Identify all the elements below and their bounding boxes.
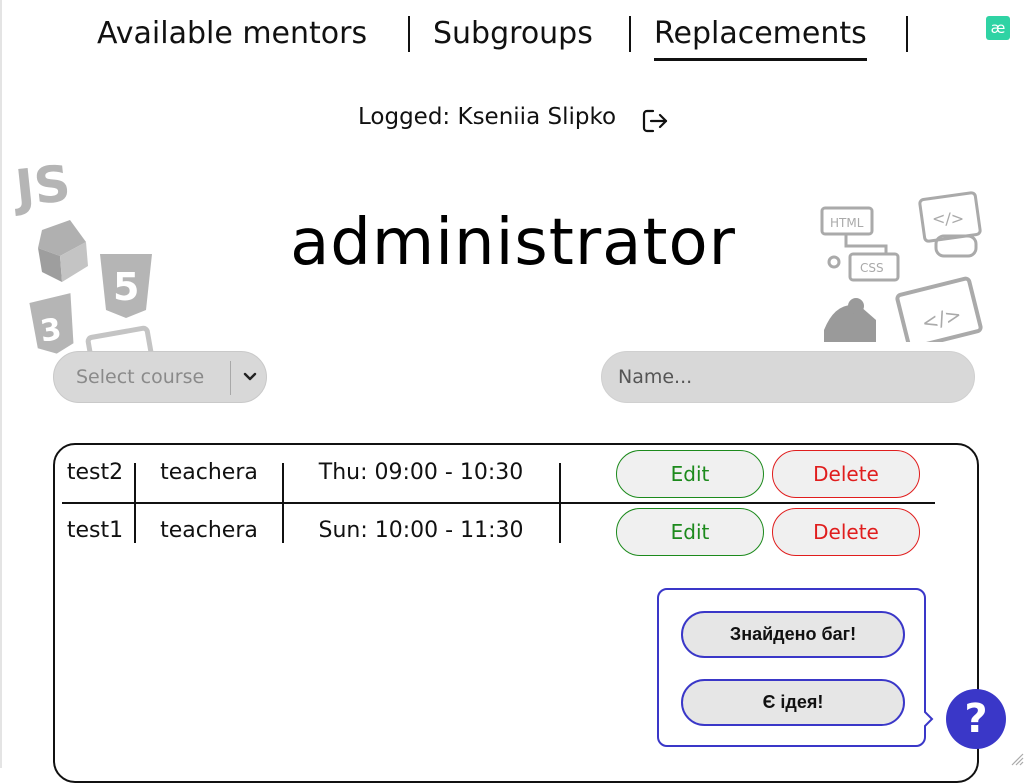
course-select[interactable]: Select course [53,351,267,403]
row-name-cell: test2 [66,460,124,485]
nav-separator [629,16,631,52]
page-title: administrator [290,206,736,280]
extension-icon[interactable]: æ [986,16,1010,40]
row-teacher-cell: teachera [160,460,258,485]
cell-divider [282,504,284,543]
edit-button[interactable]: Edit [616,450,764,498]
nav-separator [906,16,908,52]
popup-pointer [920,710,934,728]
report-bug-button[interactable]: Знайдено баг! [681,611,905,658]
nav-subgroups[interactable]: Subgroups [433,12,593,58]
logged-user-text: Logged: Kseniia Slipko [358,104,617,130]
chevron-down-icon[interactable] [240,366,260,386]
course-select-placeholder: Select course [76,366,205,388]
svg-text:</>: </> [919,302,964,335]
help-button[interactable]: ? [946,689,1006,749]
delete-button[interactable]: Delete [772,450,920,498]
share-idea-button[interactable]: Є ідея! [681,679,905,726]
row-time-cell: Sun: 10:00 - 11:30 [318,518,524,543]
row-divider [62,502,935,504]
nav-separator [408,16,410,52]
name-search-input[interactable] [601,351,975,403]
resize-grip-icon[interactable] [1010,752,1024,766]
top-nav: Available mentors Subgroups Replacements [0,12,1026,62]
select-divider [230,361,231,395]
cell-divider [282,463,284,502]
row-name-cell: test1 [66,518,124,543]
cell-divider [134,463,136,502]
cell-divider [559,463,561,502]
feedback-popup: Знайдено баг! Є ідея! [657,588,926,747]
cell-divider [134,504,136,543]
row-teacher-cell: teachera [160,518,258,543]
cell-divider [559,504,561,543]
delete-button[interactable]: Delete [772,508,920,556]
nav-replacements[interactable]: Replacements [654,12,867,61]
window-border [0,0,2,768]
row-time-cell: Thu: 09:00 - 10:30 [318,460,524,485]
edit-button[interactable]: Edit [616,508,764,556]
logout-icon[interactable] [640,106,670,136]
nav-available-mentors[interactable]: Available mentors [97,12,367,58]
